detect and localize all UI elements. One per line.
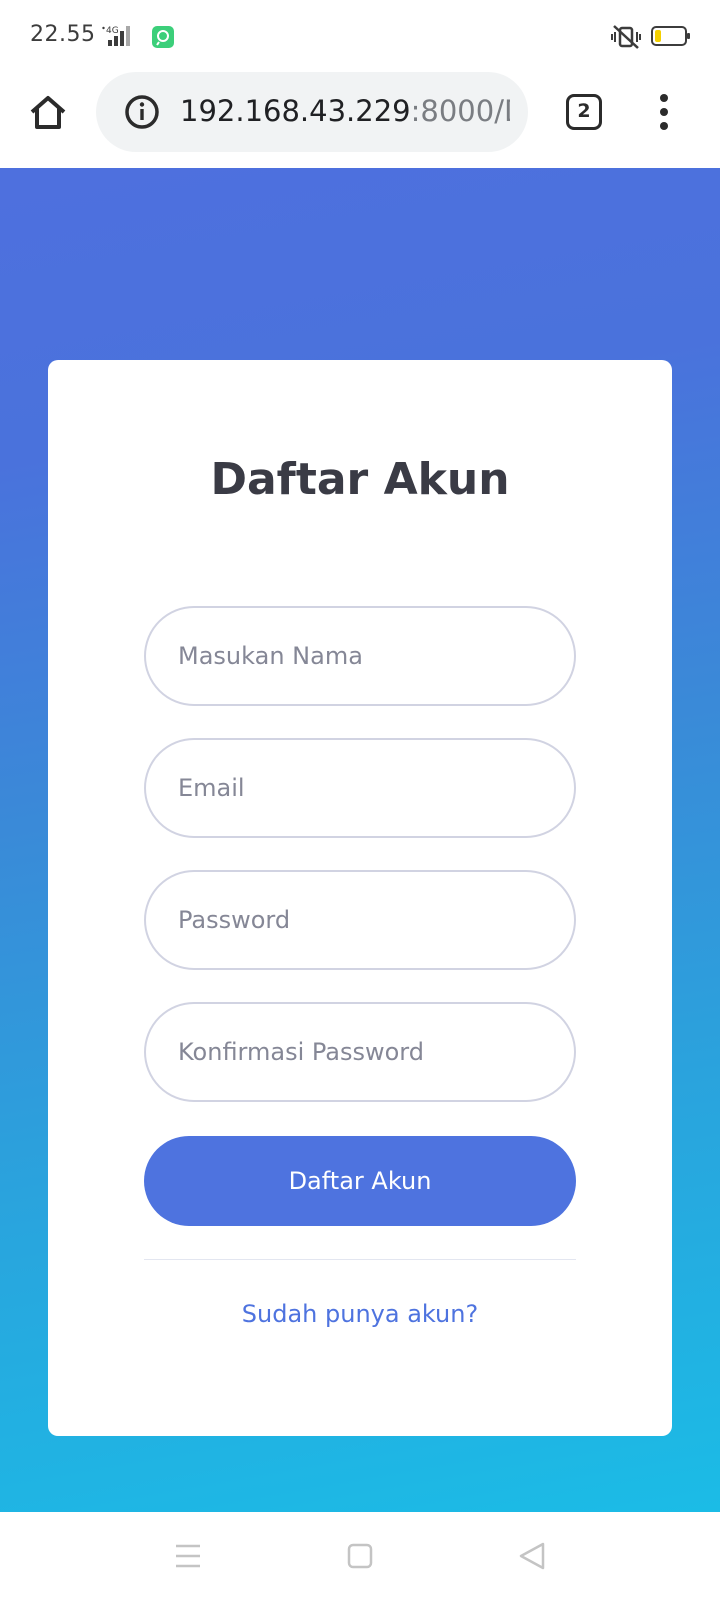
page-background: Daftar Akun Daftar Akun Sudah punya akun… xyxy=(0,168,720,1512)
email-field[interactable] xyxy=(144,738,576,838)
recent-apps-icon[interactable] xyxy=(172,1540,204,1572)
back-triangle-icon[interactable] xyxy=(516,1540,548,1572)
url-host: 192.168.43.229 xyxy=(180,94,411,128)
vibrate-off-icon xyxy=(611,25,641,49)
battery-low-icon xyxy=(651,26,690,46)
status-time: 22.55 xyxy=(30,22,96,47)
url-path: :8000/D xyxy=(410,94,510,128)
tab-switcher-button[interactable]: 2 xyxy=(566,94,602,130)
name-field[interactable] xyxy=(144,606,576,706)
url-text[interactable]: 192.168.43.229:8000/D xyxy=(180,94,510,128)
login-link[interactable]: Sudah punya akun? xyxy=(48,1300,672,1328)
info-icon[interactable] xyxy=(124,94,160,130)
confirm-password-field[interactable] xyxy=(144,1002,576,1102)
password-field[interactable] xyxy=(144,870,576,970)
more-vert-icon[interactable] xyxy=(650,90,678,134)
system-nav-bar xyxy=(0,1512,720,1600)
app-notification-icon xyxy=(152,26,174,48)
home-icon[interactable] xyxy=(26,90,70,134)
address-bar[interactable]: 192.168.43.229:8000/D xyxy=(96,72,528,152)
register-card: Daftar Akun Daftar Akun Sudah punya akun… xyxy=(48,360,672,1436)
status-bar: 22.55 4G xyxy=(0,0,720,72)
browser-toolbar: 192.168.43.229:8000/D 2 xyxy=(0,72,720,168)
home-square-icon[interactable] xyxy=(344,1540,376,1572)
page-title: Daftar Akun xyxy=(210,454,510,505)
network-label: 4G xyxy=(106,26,119,36)
signal-icon: 4G xyxy=(102,26,130,46)
register-button[interactable]: Daftar Akun xyxy=(144,1136,576,1226)
divider xyxy=(144,1259,576,1260)
